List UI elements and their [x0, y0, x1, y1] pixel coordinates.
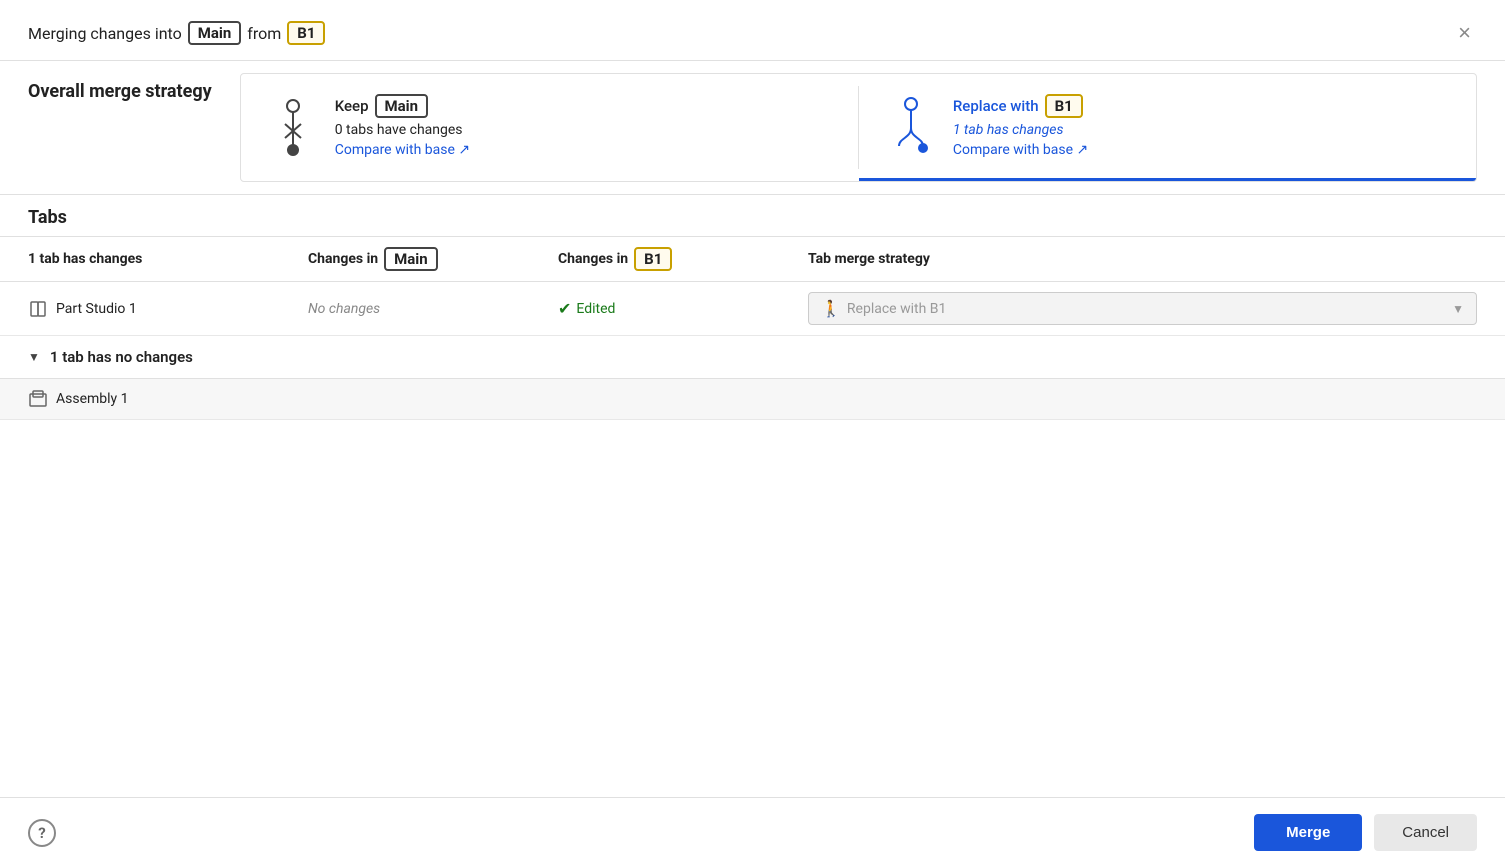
dialog-header: Merging changes into Main from B1 × — [0, 0, 1505, 61]
assembly-tab-name: Assembly 1 — [56, 391, 129, 407]
close-button[interactable]: × — [1452, 20, 1477, 46]
replace-branch-svg — [887, 94, 935, 158]
col4-header: Tab merge strategy — [808, 247, 1477, 271]
col1-header: 1 tab has changes — [28, 247, 308, 271]
col2-branch-badge: Main — [384, 247, 438, 271]
no-changes-collapsible[interactable]: ▼ 1 tab has no changes — [0, 336, 1505, 379]
tabs-heading-row: Tabs — [0, 195, 1505, 237]
b1-branch-badge: B1 — [287, 21, 325, 45]
row-strategy-cell[interactable]: 🚶 Replace with B1 ▼ — [808, 292, 1477, 325]
strategy-value: Replace with B1 — [847, 301, 946, 317]
title-prefix: Merging changes into — [28, 24, 182, 43]
no-changes-header: 1 tab has no changes — [50, 348, 193, 366]
from-text: from — [247, 24, 281, 43]
keep-card-title: Keep Main — [335, 94, 470, 118]
keep-card-subtitle: 0 tabs have changes — [335, 122, 470, 138]
assembly-icon — [28, 389, 48, 409]
replace-compare-link[interactable]: Compare with base ↗ — [953, 142, 1088, 158]
assembly-svg — [28, 389, 48, 409]
keep-action: Keep — [335, 97, 369, 115]
help-button[interactable]: ? — [28, 819, 56, 847]
merge-button[interactable]: Merge — [1254, 814, 1362, 851]
tabs-section-title: Tabs — [28, 207, 67, 228]
col2-prefix: Changes in — [308, 251, 378, 267]
replace-card-content: Replace with B1 1 tab has changes Compar… — [953, 94, 1088, 158]
overall-strategy-title: Overall merge strategy — [0, 61, 240, 114]
cancel-button[interactable]: Cancel — [1374, 814, 1477, 851]
row-name-cell: Part Studio 1 — [28, 299, 308, 319]
keep-icon — [269, 94, 317, 158]
assembly-name-cell: Assembly 1 — [28, 389, 308, 409]
replace-action: Replace with — [953, 97, 1039, 115]
row-tab-name: Part Studio 1 — [56, 301, 137, 317]
tabs-section: Tabs 1 tab has changes Changes in Main C… — [0, 195, 1505, 797]
dialog-title: Merging changes into Main from B1 — [28, 21, 325, 45]
row-changes-main: No changes — [308, 301, 558, 317]
part-studio-svg — [28, 299, 48, 319]
table-header: 1 tab has changes Changes in Main Change… — [0, 237, 1505, 282]
part-studio-icon — [28, 299, 48, 319]
dialog-footer: ? Merge Cancel — [0, 797, 1505, 867]
keep-branch-svg — [273, 94, 313, 158]
col2-header: Changes in Main — [308, 247, 558, 271]
strategy-cards: Keep Main 0 tabs have changes Compare wi… — [240, 73, 1477, 182]
strategy-dropdown[interactable]: 🚶 Replace with B1 ▼ — [808, 292, 1477, 325]
collapse-arrow-icon: ▼ — [28, 350, 40, 364]
replace-card-title: Replace with B1 — [953, 94, 1088, 118]
keep-main-badge: Main — [375, 94, 429, 118]
replace-icon — [887, 94, 935, 158]
dropdown-arrow-icon: ▼ — [1452, 302, 1464, 316]
footer-actions: Merge Cancel — [1254, 814, 1477, 851]
main-branch-badge: Main — [188, 21, 242, 45]
keep-card-content: Keep Main 0 tabs have changes Compare wi… — [335, 94, 470, 158]
merge-dialog: Merging changes into Main from B1 × Over… — [0, 0, 1505, 867]
assembly-row: Assembly 1 — [0, 379, 1505, 420]
keep-compare-link[interactable]: Compare with base ↗ — [335, 142, 470, 158]
table-row: Part Studio 1 No changes ✔ Edited 🚶 Repl… — [0, 282, 1505, 336]
edited-label: Edited — [576, 301, 615, 317]
replace-b1-badge: B1 — [1045, 94, 1083, 118]
col3-prefix: Changes in — [558, 251, 628, 267]
row-changes-b1: ✔ Edited — [558, 299, 808, 318]
replace-card-subtitle: 1 tab has changes — [953, 122, 1088, 138]
checkmark-icon: ✔ — [558, 299, 571, 318]
col3-header: Changes in B1 — [558, 247, 808, 271]
replace-b1-card[interactable]: Replace with B1 1 tab has changes Compar… — [859, 74, 1476, 181]
person-icon: 🚶 — [821, 299, 841, 318]
keep-main-card[interactable]: Keep Main 0 tabs have changes Compare wi… — [241, 74, 858, 181]
col3-branch-badge: B1 — [634, 247, 672, 271]
